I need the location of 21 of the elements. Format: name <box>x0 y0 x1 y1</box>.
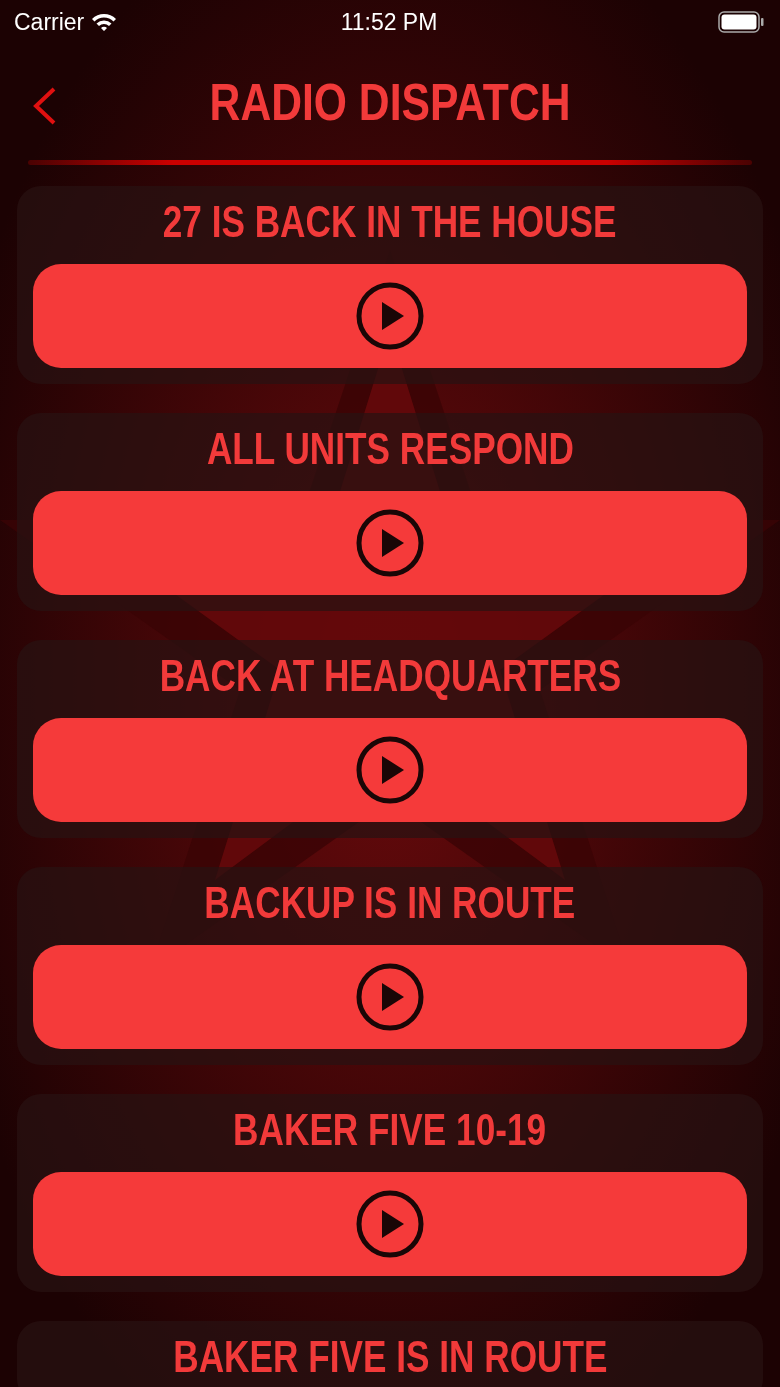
wifi-icon <box>90 12 119 32</box>
sound-title: BACKUP IS IN ROUTE <box>204 877 576 929</box>
play-icon <box>355 508 425 578</box>
clock-time: 11:52 PM <box>340 8 438 36</box>
sound-title: 27 IS BACK IN THE HOUSE <box>163 196 617 248</box>
battery-icon <box>718 11 764 33</box>
sound-title: BACK AT HEADQUARTERS <box>159 650 621 702</box>
play-button[interactable] <box>33 491 747 595</box>
page-title: RADIO DISPATCH <box>209 72 571 132</box>
play-icon <box>355 962 425 1032</box>
play-button[interactable] <box>33 945 747 1049</box>
play-icon <box>355 281 425 351</box>
play-icon <box>355 735 425 805</box>
sound-title: BAKER FIVE 10-19 <box>233 1104 547 1156</box>
sound-title: ALL UNITS RESPOND <box>206 423 574 475</box>
play-button[interactable] <box>33 718 747 822</box>
sound-title: BAKER FIVE IS IN ROUTE <box>172 1331 608 1383</box>
play-button[interactable] <box>33 264 747 368</box>
carrier-label: Carrier <box>14 8 85 36</box>
play-button[interactable] <box>33 1172 747 1276</box>
play-icon <box>355 1189 425 1259</box>
